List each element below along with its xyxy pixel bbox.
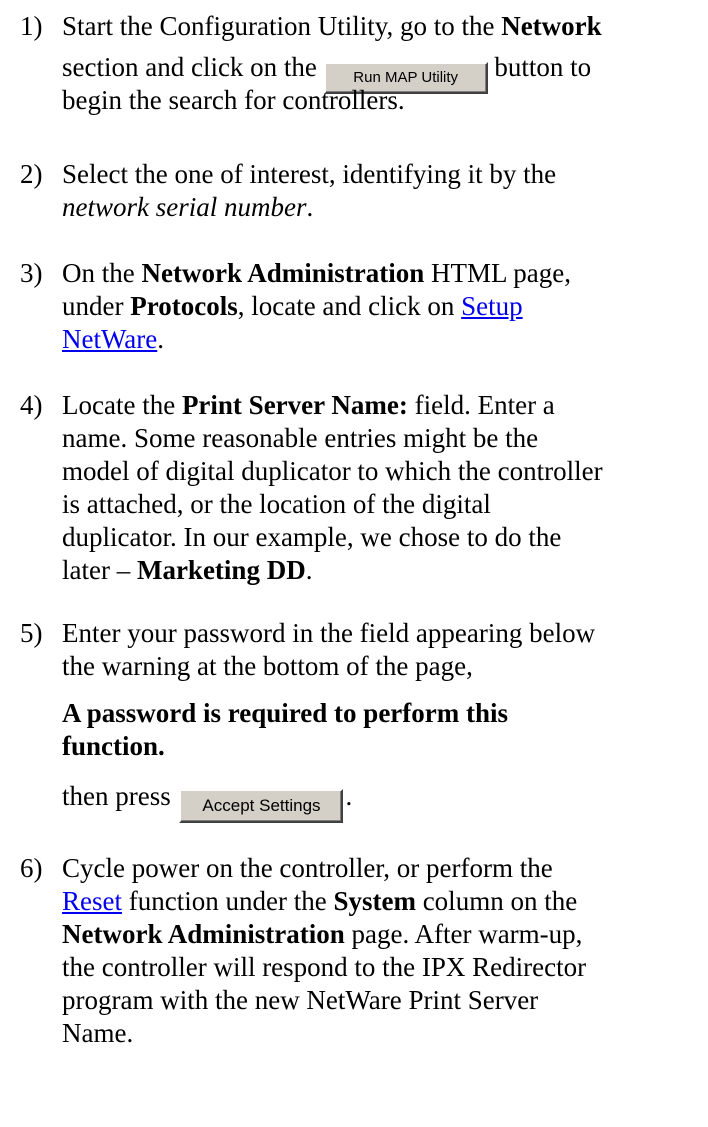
text: later – [62, 555, 137, 585]
step-text: Enter your password in the field appeari… [62, 617, 702, 823]
text: the controller will respond to the IPX R… [62, 952, 587, 982]
step-text: Select the one of interest, identifying … [62, 158, 702, 224]
text: model of digital duplicator to which the… [62, 456, 603, 486]
text: under [62, 291, 131, 321]
bold-term: Marketing DD [136, 555, 306, 585]
text: Cycle power on the controller, or perfor… [62, 853, 553, 883]
text: . [345, 781, 353, 811]
text: field. Enter a [407, 390, 555, 420]
password-warning: function. [62, 731, 165, 761]
text: name. Some reasonable entries might be t… [62, 423, 539, 453]
setup-netware-link[interactable]: Setup [461, 291, 523, 321]
step-text: On the Network Administration HTML page,… [62, 257, 702, 356]
step-number: 5) [20, 618, 43, 648]
step-number: 6) [20, 853, 43, 883]
step-text: Cycle power on the controller, or perfor… [62, 852, 702, 1050]
reset-link[interactable]: Reset [62, 886, 122, 916]
text: is attached, or the location of the digi… [62, 489, 491, 519]
text: column on the [415, 886, 578, 916]
step-text: Locate the Print Server Name: field. Ent… [62, 389, 702, 587]
italic-term: network serial number [62, 192, 307, 222]
text: then press [62, 781, 178, 811]
text: . [306, 192, 314, 222]
text: On the [62, 258, 142, 288]
text: duplicator. In our example, we chose to … [62, 522, 562, 552]
text: Select the one of interest, identifying … [62, 159, 557, 189]
text: button to [487, 52, 592, 82]
accept-settings-button[interactable]: Accept Settings [179, 789, 344, 823]
text: Enter your password in the field appeari… [62, 618, 596, 648]
text: the warning at the bottom of the page, [62, 651, 473, 681]
text: . [157, 324, 165, 354]
text: begin the search for controllers. [62, 85, 405, 115]
text: Start the Configuration Utility, go to t… [62, 11, 502, 41]
step-text: Start the Configuration Utility, go to t… [62, 10, 702, 117]
step-number: 2) [20, 159, 43, 189]
text: page. After warm-up, [344, 919, 583, 949]
step-number: 1) [20, 11, 43, 41]
text: function under the [122, 886, 334, 916]
bold-term: Network Administration [62, 919, 345, 949]
bold-term: Network Administration [141, 258, 425, 288]
text: Name. [62, 1018, 134, 1048]
text: . [305, 555, 313, 585]
step-number: 4) [20, 390, 43, 420]
text: program with the new NetWare Print Serve… [62, 985, 539, 1015]
step-number: 3) [20, 258, 43, 288]
password-warning: A password is required to perform this [62, 698, 509, 728]
bold-term: Protocols [130, 291, 238, 321]
bold-term: Network [501, 11, 602, 41]
text: section and click on the [62, 52, 324, 82]
text: HTML page, [424, 258, 571, 288]
bold-term: System [333, 886, 416, 916]
text: , locate and click on [237, 291, 462, 321]
setup-netware-link[interactable]: NetWare [62, 324, 157, 354]
text: Locate the [62, 390, 182, 420]
bold-term: Print Server Name: [181, 390, 408, 420]
